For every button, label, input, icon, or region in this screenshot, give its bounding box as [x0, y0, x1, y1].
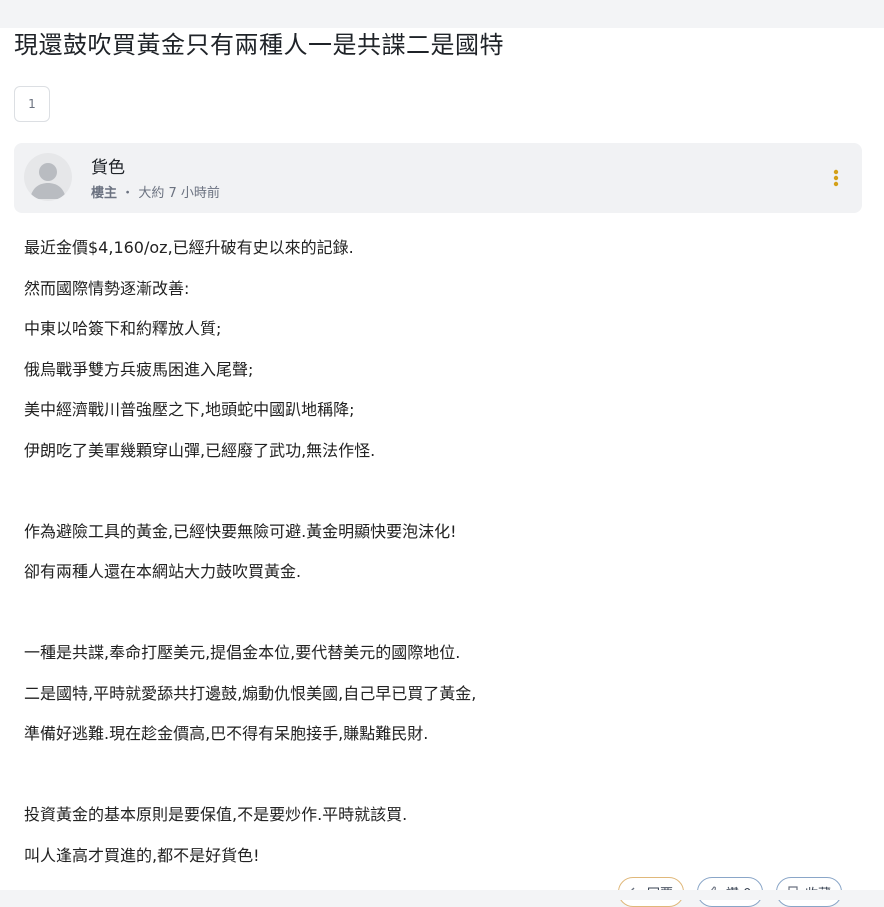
- thread-title: 現還鼓吹買黃金只有兩種人一是共諜二是國特: [14, 31, 504, 59]
- post-line: 一種是共諜,奉命打壓美元,提倡金本位,要代替美元的國際地位.: [24, 643, 461, 662]
- top-bar: [0, 0, 884, 28]
- post-line: [24, 593, 864, 634]
- post-line: 伊朗吃了美軍幾顆穿山彈,已經廢了武功,無法作怪.: [24, 440, 376, 460]
- post-line: 中東以哈簽下和約釋放人質;: [24, 319, 222, 338]
- avatar[interactable]: [24, 153, 72, 201]
- post-meta: 樓主 ・ 大約 7 小時前: [91, 182, 220, 201]
- post-time: 大約 7 小時前: [138, 186, 220, 201]
- post-line: 俄烏戰爭雙方兵疲馬困進入尾聲;: [24, 359, 254, 379]
- post-line: [24, 755, 864, 796]
- author-name[interactable]: 貨色: [91, 153, 125, 178]
- post-line: 卻有兩種人還在本網站大力鼓吹買黃金.: [24, 562, 302, 581]
- post-line: 作為避險工具的黃金,已經快要無險可避.黃金明顯快要泡沫化!: [24, 521, 457, 541]
- post-line: 最近金價$4,160/oz,已經升破有史以來的記錄.: [24, 238, 354, 257]
- post-header: 貨色 樓主 ・ 大約 7 小時前: [14, 143, 862, 213]
- more-vertical-icon: [833, 169, 839, 187]
- post-body: 最近金價$4,160/oz,已經升破有史以來的記錄. 然而國際情勢逐漸改善: 中…: [24, 228, 864, 876]
- user-silhouette-icon: [30, 163, 66, 199]
- post-line: 投資黃金的基本原則是要保值,不是要炒作.平時就該買.: [24, 805, 408, 824]
- meta-separator: ・: [121, 186, 135, 201]
- post-line: 叫人逢高才買進的,都不是好貨色!: [24, 845, 260, 865]
- post-line: 美中經濟戰川普強壓之下,地頭蛇中國趴地稱降;: [24, 400, 355, 419]
- bottom-bar: [0, 890, 884, 900]
- post-line: 準備好逃難.現在趁金價高,巴不得有呆胞接手,賺點難民財.: [24, 724, 429, 743]
- post-line: 然而國際情勢逐漸改善:: [24, 278, 190, 298]
- page-number-button[interactable]: 1: [14, 86, 50, 122]
- more-options-button[interactable]: [826, 163, 846, 193]
- author-role-badge: 樓主: [91, 186, 118, 201]
- post-line: 二是國特,平時就愛舔共打邊鼓,煽動仇恨美國,自己早已買了黃金,: [24, 683, 477, 703]
- post-line: [24, 471, 864, 512]
